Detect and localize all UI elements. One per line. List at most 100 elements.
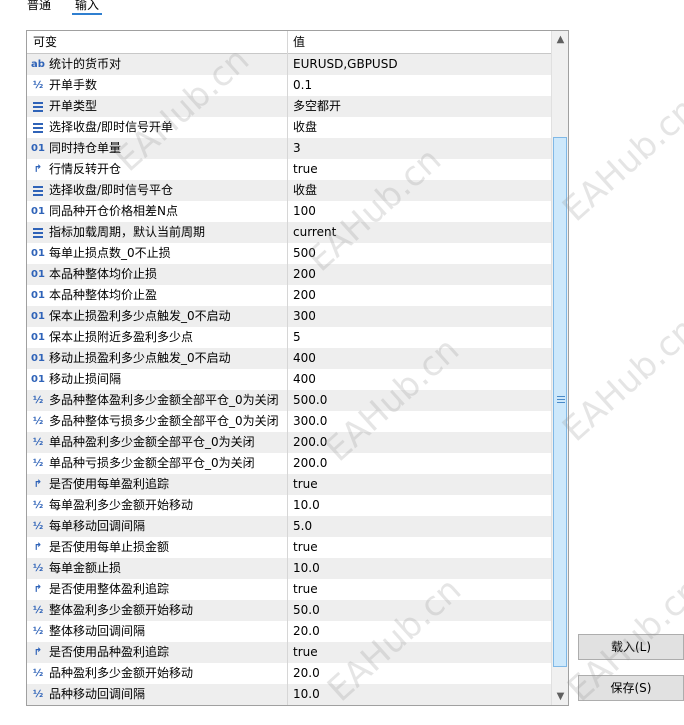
table-row[interactable]: 01 每单止损点数_0不止损 500 [27,243,551,264]
scroll-down-icon[interactable]: ▼ [552,688,568,705]
integer-type-icon: 01 [31,290,45,301]
parameters-list: ab 统计的货币对 EURUSD,GBPUSD ½ 开单手数 0.1 开单类型 多空都开 选择收… [27,54,551,705]
table-row[interactable]: 01 本品种整体均价止损 200 [27,264,551,285]
parameter-value[interactable]: true [293,537,318,558]
column-divider[interactable] [287,31,288,705]
table-row[interactable]: ½ 开单手数 0.1 [27,75,551,96]
table-row[interactable]: 选择收盘/即时信号开单 收盘 [27,117,551,138]
parameter-value[interactable]: 200 [293,285,316,306]
integer-type-icon: 01 [31,353,45,364]
parameter-value[interactable]: 收盘 [293,180,317,201]
table-row[interactable]: ½ 单品种盈利多少金额全部平仓_0为关闭 200.0 [27,432,551,453]
parameter-value[interactable]: current [293,222,336,243]
table-row[interactable]: ½ 品种盈利多少金额开始移动 20.0 [27,663,551,684]
parameter-value[interactable]: 100 [293,201,316,222]
table-row[interactable]: 开单类型 多空都开 [27,96,551,117]
double-type-icon: ½ [32,437,44,448]
table-row[interactable]: ↱ 是否使用每单止损金额 true [27,537,551,558]
parameter-value[interactable]: 400 [293,369,316,390]
table-row[interactable]: 指标加载周期，默认当前周期 current [27,222,551,243]
parameter-value[interactable]: 300 [293,306,316,327]
table-row[interactable]: ab 统计的货币对 EURUSD,GBPUSD [27,54,551,75]
table-row[interactable]: ½ 整体盈利多少金额开始移动 50.0 [27,600,551,621]
integer-type-icon: 01 [31,143,45,154]
save-button[interactable]: 保存(S) [578,675,684,701]
table-row[interactable]: ½ 整体移动回调间隔 20.0 [27,621,551,642]
table-row[interactable]: 选择收盘/即时信号平仓 收盘 [27,180,551,201]
tab-common[interactable]: 普通 [27,0,51,13]
table-row[interactable]: ½ 多品种整体亏损多少金额全部平仓_0为关闭 300.0 [27,411,551,432]
parameter-name: 同时持仓单量 [49,141,122,155]
integer-type-icon: 01 [31,374,45,385]
table-row[interactable]: ½ 品种移动回调间隔 10.0 [27,684,551,705]
parameter-value[interactable]: 10.0 [293,558,320,579]
column-header-value[interactable]: 值 [293,31,305,53]
integer-type-icon: 01 [31,248,45,259]
table-row[interactable]: 01 移动止损盈利多少点触发_0不启动 400 [27,348,551,369]
parameter-value[interactable]: 200.0 [293,432,327,453]
parameter-value[interactable]: 500 [293,243,316,264]
tab-inputs[interactable]: 输入 [75,0,99,13]
parameter-value[interactable]: 300.0 [293,411,327,432]
parameter-name: 单品种盈利多少金额全部平仓_0为关闭 [49,435,255,449]
load-button[interactable]: 载入(L) [578,634,684,660]
table-row[interactable]: 01 本品种整体均价止盈 200 [27,285,551,306]
parameter-name: 品种盈利多少金额开始移动 [49,666,194,680]
table-row[interactable]: 01 同品种开仓价格相差N点 100 [27,201,551,222]
table-row[interactable]: 01 保本止损盈利多少点触发_0不启动 300 [27,306,551,327]
parameter-name: 本品种整体均价止损 [49,267,158,281]
double-type-icon: ½ [32,626,44,637]
table-row[interactable]: ½ 每单金额止损 10.0 [27,558,551,579]
column-header-variable[interactable]: 可变 [33,31,57,53]
parameter-value[interactable]: 20.0 [293,663,320,684]
enum-type-icon [31,225,45,240]
parameter-value[interactable]: 400 [293,348,316,369]
parameter-value[interactable]: 10.0 [293,684,320,705]
parameter-value[interactable]: 10.0 [293,495,320,516]
scrollbar-thumb[interactable] [553,137,567,667]
parameter-name: 是否使用每单止损金额 [49,540,170,554]
parameter-value[interactable]: EURUSD,GBPUSD [293,54,398,75]
parameter-value[interactable]: true [293,159,318,180]
parameter-value[interactable]: 200.0 [293,453,327,474]
parameter-name: 行情反转开仓 [49,162,122,176]
table-row[interactable]: ↱ 是否使用品种盈利追踪 true [27,642,551,663]
double-type-icon: ½ [32,395,44,406]
vertical-scrollbar[interactable]: ▲ ▼ [551,31,568,705]
parameter-value[interactable]: 50.0 [293,600,320,621]
parameter-value[interactable]: 收盘 [293,117,317,138]
parameter-value[interactable]: 5 [293,327,301,348]
parameter-value[interactable]: 0.1 [293,75,312,96]
parameter-value[interactable]: 20.0 [293,621,320,642]
parameter-name: 指标加载周期，默认当前周期 [49,225,206,239]
parameter-value[interactable]: true [293,579,318,600]
double-type-icon: ½ [32,521,44,532]
table-row[interactable]: ½ 多品种整体盈利多少金额全部平仓_0为关闭 500.0 [27,390,551,411]
parameter-name: 每单盈利多少金额开始移动 [49,498,194,512]
parameter-name: 品种移动回调间隔 [49,687,146,701]
table-row[interactable]: 01 保本止损附近多盈利多少点 5 [27,327,551,348]
bool-type-icon: ↱ [33,647,43,658]
table-row[interactable]: ½ 单品种亏损多少金额全部平仓_0为关闭 200.0 [27,453,551,474]
parameter-value[interactable]: 3 [293,138,301,159]
scroll-up-icon[interactable]: ▲ [552,31,568,48]
table-row[interactable]: 01 同时持仓单量 3 [27,138,551,159]
parameter-name: 每单金额止损 [49,561,122,575]
table-row[interactable]: ½ 每单移动回调间隔 5.0 [27,516,551,537]
parameter-value[interactable]: 5.0 [293,516,312,537]
parameter-name: 本品种整体均价止盈 [49,288,158,302]
parameter-value[interactable]: true [293,642,318,663]
table-row[interactable]: ½ 每单盈利多少金额开始移动 10.0 [27,495,551,516]
parameter-name: 同品种开仓价格相差N点 [49,204,178,218]
parameter-value[interactable]: true [293,474,318,495]
table-row[interactable]: 01 移动止损间隔 400 [27,369,551,390]
table-row[interactable]: ↱ 是否使用整体盈利追踪 true [27,579,551,600]
table-row[interactable]: ↱ 是否使用每单盈利追踪 true [27,474,551,495]
active-tab-indicator [72,13,102,15]
parameter-value[interactable]: 500.0 [293,390,327,411]
double-type-icon: ½ [32,500,44,511]
parameter-name: 多品种整体亏损多少金额全部平仓_0为关闭 [49,414,279,428]
parameter-value[interactable]: 200 [293,264,316,285]
parameter-value[interactable]: 多空都开 [293,96,341,117]
table-row[interactable]: ↱ 行情反转开仓 true [27,159,551,180]
